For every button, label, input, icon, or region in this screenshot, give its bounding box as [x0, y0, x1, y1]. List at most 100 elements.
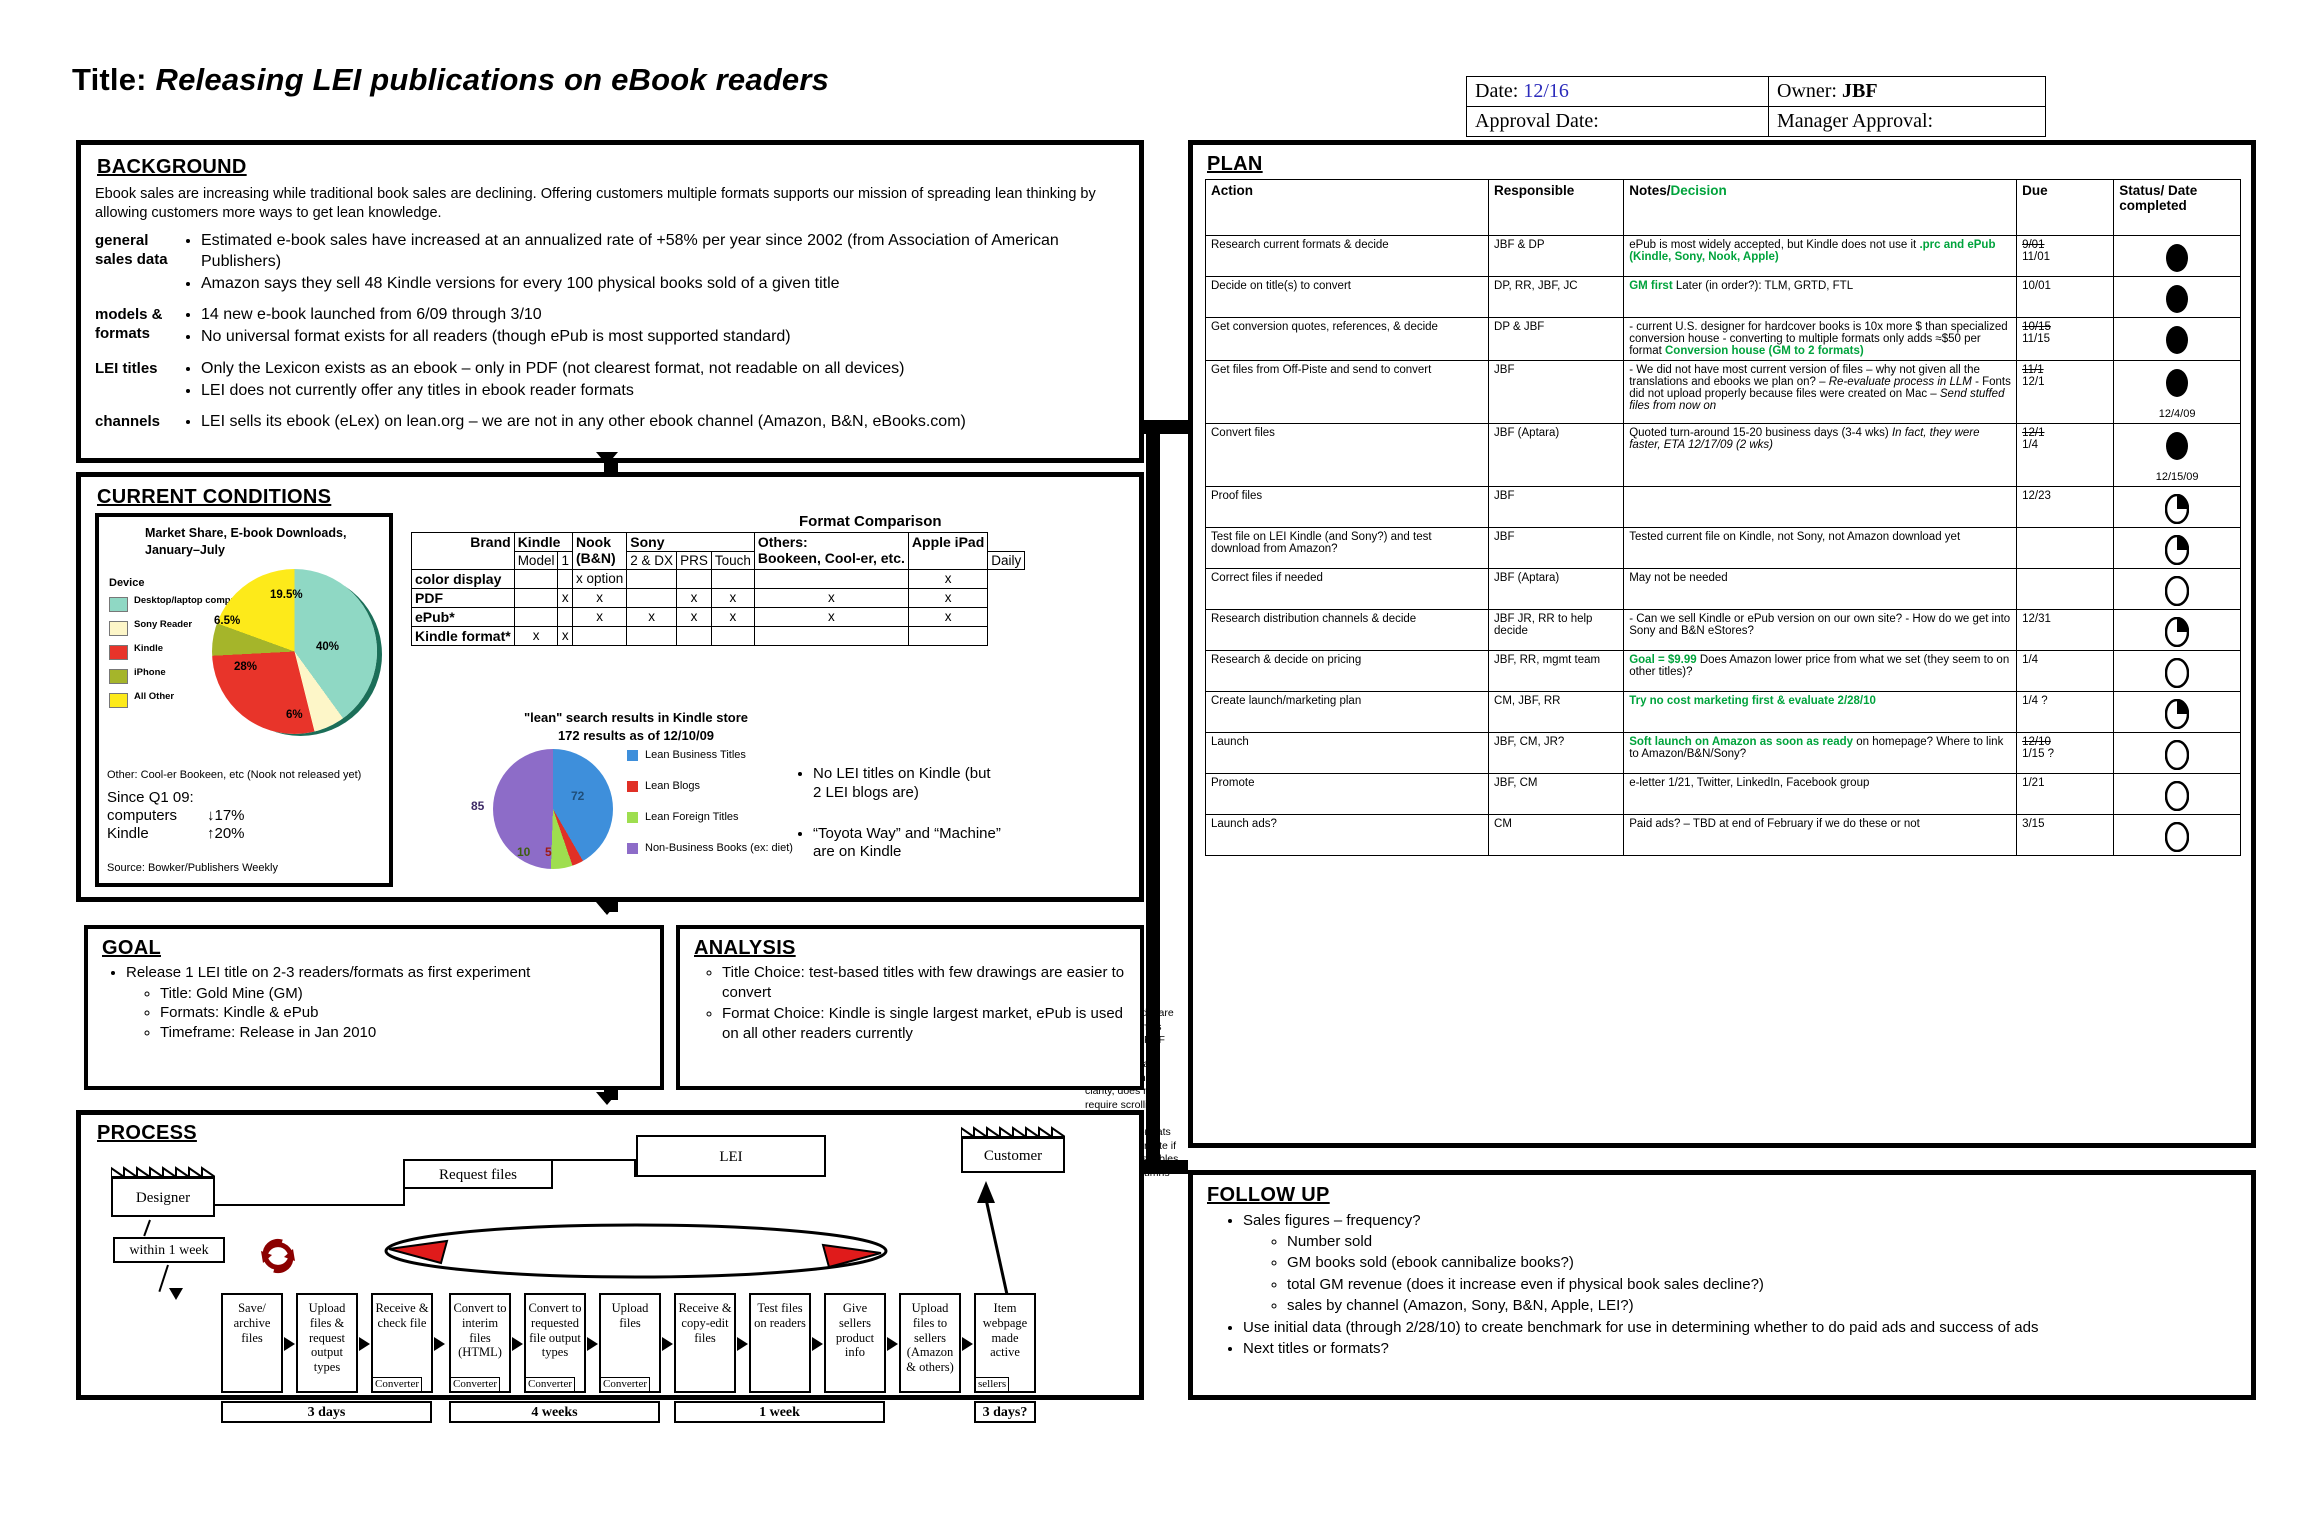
plan-action-cell: Research distribution channels & decide — [1206, 610, 1489, 651]
list-item: Title: Gold Mine (GM) — [160, 984, 656, 1004]
table-row: Get files from Off-Piste and send to con… — [1206, 361, 2241, 424]
brand-others-label: Others: — [758, 534, 905, 550]
format-cell — [677, 570, 712, 589]
current-conditions-heading: CURRENT CONDITIONS — [97, 486, 331, 509]
plan-note: Tested current file on Kindle, not Sony,… — [1629, 531, 1960, 543]
followup-body: Sales figures – frequency?Number soldGM … — [1203, 1211, 2243, 1361]
process-step-label: Receive & copy-edit files — [676, 1301, 734, 1345]
document-meta-table: Date: 12/16 Owner: JBF Approval Date: Ma… — [1466, 76, 2046, 137]
list-item: Amazon says they sell 48 Kindle versions… — [201, 273, 1131, 294]
background-row-bullets: Only the Lexicon exists as an ebook – on… — [175, 358, 904, 402]
plan-notes-cell — [1624, 487, 2017, 528]
process-section: PROCESS LEI Request files Designer withi… — [76, 1110, 1144, 1400]
table-row: Research distribution channels & decideJ… — [1206, 610, 2241, 651]
kindle-search-chart-title: "lean" search results in Kindle store 17… — [471, 709, 801, 744]
plan-note: Quoted turn-around 15-20 business days (… — [1629, 427, 1889, 439]
plan-due-current: 1/4 — [2022, 439, 2108, 451]
plan-responsible-cell: DP & JBF — [1489, 318, 1624, 361]
plan-action-cell: Convert files — [1206, 424, 1489, 487]
status-open-icon — [2165, 822, 2189, 852]
process-node-designer: Designer — [111, 1177, 215, 1217]
table-row: Test file on LEI Kindle (and Sony?) and … — [1206, 528, 2241, 569]
list-item: Release 1 LEI title on 2-3 readers/forma… — [126, 963, 656, 1042]
status-complete-icon — [2165, 368, 2189, 398]
format-cell — [754, 627, 908, 646]
background-row: LEI titlesOnly the Lexicon exists as an … — [95, 358, 1131, 402]
plan-due-current: 12/23 — [2022, 490, 2108, 502]
approval-date-cell: Approval Date: — [1467, 107, 1769, 137]
list-item: “Toyota Way” and “Machine” are on Kindle — [813, 825, 1003, 863]
table-row: Approval Date: Manager Approval: — [1467, 107, 2046, 137]
process-timebar: 4 weeks — [449, 1401, 660, 1423]
plan-section: PLAN Action Responsible Notes/Decision D… — [1188, 140, 2256, 1148]
format-cell: x — [754, 608, 908, 627]
process-node-request-files: Request files — [403, 1159, 553, 1189]
status-complete-icon — [2165, 243, 2189, 273]
plan-action-cell: Create launch/marketing plan — [1206, 692, 1489, 733]
table-row: PromoteJBF, CMe-letter 1/21, Twitter, Li… — [1206, 774, 2241, 815]
plan-due-current: 3/15 — [2022, 818, 2108, 830]
plan-note: e-letter 1/21, Twitter, LinkedIn, Facebo… — [1629, 777, 1869, 789]
kindle-bullets: No LEI titles on Kindle (but 2 LEI blogs… — [793, 765, 1003, 884]
since-block: Since Q1 09: computers↓17% Kindle↑20% — [107, 789, 245, 843]
plan-status-cell — [2114, 277, 2241, 318]
process-step: Test files on readers — [749, 1293, 811, 1393]
format-cell: x — [711, 589, 754, 608]
goal-main: Release 1 LEI title on 2-3 readers/forma… — [126, 964, 530, 981]
format-cell — [514, 570, 558, 589]
process-step: Receive & check fileConverter — [371, 1293, 433, 1393]
table-row: Get conversion quotes, references, & dec… — [1206, 318, 2241, 361]
pie-slice-label: 40% — [316, 641, 339, 653]
plan-status-cell — [2114, 651, 2241, 692]
format-cell — [627, 627, 677, 646]
column-header-notes: Notes/Decision — [1624, 180, 2017, 236]
factory-roof-icon — [111, 1164, 215, 1177]
format-cell: x — [572, 589, 626, 608]
background-intro: Ebook sales are increasing while traditi… — [95, 185, 1123, 224]
format-row-label: Kindle format* — [412, 627, 515, 646]
table-header-row: Action Responsible Notes/Decision Due St… — [1206, 180, 2241, 236]
plan-notes-cell: e-letter 1/21, Twitter, LinkedIn, Facebo… — [1624, 774, 2017, 815]
list-item: LEI sells its ebook (eLex) on lean.org –… — [201, 411, 966, 432]
owner-cell: Owner: JBF — [1769, 77, 2046, 107]
plan-due-current: 1/21 — [2022, 777, 2108, 789]
plan-status-cell — [2114, 610, 2241, 651]
table-row: Research current formats & decideJBF & D… — [1206, 236, 2241, 277]
plan-notes-cell: - We did not have most current version o… — [1624, 361, 2017, 424]
arrow-right-icon — [512, 1337, 523, 1351]
followup-sublist: Number soldGM books sold (ebook cannibal… — [1243, 1232, 2243, 1316]
plan-due-current: 11/15 — [2022, 333, 2108, 345]
arrow-right-icon — [434, 1337, 445, 1351]
plan-responsible-cell: JBF (Aptara) — [1489, 424, 1624, 487]
format-cell: x — [677, 589, 712, 608]
plan-note: Conversion house (GM to 2 formats) — [1665, 345, 1864, 357]
followup-section: FOLLOW UP Sales figures – frequency?Numb… — [1188, 1170, 2256, 1400]
list-item: 14 new e-book launched from 6/09 through… — [201, 304, 791, 325]
process-step-label: Convert to interim files (HTML) — [451, 1301, 509, 1360]
process-node-customer: Customer — [961, 1137, 1065, 1173]
process-step-label: Upload files to sellers (Amazon & others… — [901, 1301, 959, 1375]
plan-due-cell: 12/23 — [2017, 487, 2114, 528]
kindle-chart-title-text: "lean" search results in Kindle store — [524, 710, 748, 725]
list-item: Estimated e-book sales have increased at… — [201, 230, 1131, 272]
arrow-right-icon — [887, 1337, 898, 1351]
process-heading: PROCESS — [97, 1122, 197, 1145]
plan-note: Try no cost marketing first & evaluate 2… — [1629, 695, 1876, 707]
format-comparison-title: Format Comparison — [799, 513, 942, 530]
plan-notes-cell: - current U.S. designer for hardcover bo… — [1624, 318, 2017, 361]
legend-swatch — [109, 621, 128, 636]
followup-item-label: Use initial data (through 2/28/10) to cr… — [1243, 1319, 2038, 1336]
legend-item: Lean Business Titles — [627, 749, 793, 761]
plan-note: Soft launch on Amazon as soon as ready — [1629, 736, 1853, 748]
background-row-label: models & formats — [95, 304, 175, 348]
legend-swatch — [627, 812, 638, 823]
plan-action-cell: Get conversion quotes, references, & dec… — [1206, 318, 1489, 361]
format-cell — [627, 589, 677, 608]
plan-due-cell: 1/4 — [2017, 651, 2114, 692]
format-row-label: PDF — [412, 589, 515, 608]
plan-note: Paid ads? – TBD at end of February if we… — [1629, 818, 1920, 830]
arrow-right-icon — [812, 1337, 823, 1351]
list-item: Timeframe: Release in Jan 2010 — [160, 1023, 656, 1043]
plan-responsible-cell: JBF — [1489, 361, 1624, 424]
table-row: Date: 12/16 Owner: JBF — [1467, 77, 2046, 107]
